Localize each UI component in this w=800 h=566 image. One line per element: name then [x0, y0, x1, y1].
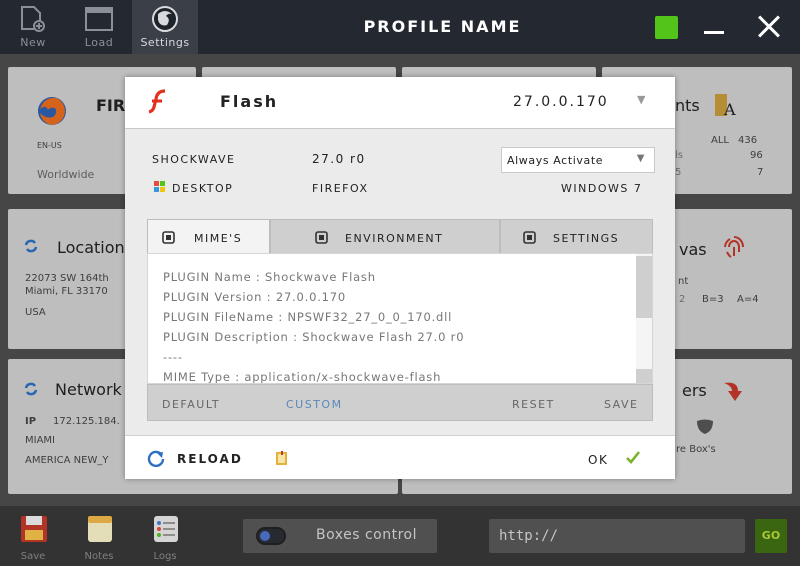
settings-label: Settings [140, 36, 190, 49]
tab-environment-label: ENVIRONMENT [345, 232, 444, 245]
content-line: MIME Type : application/x-shockwave-flas… [163, 370, 442, 384]
content-line: PLUGIN FileName : NPSWF32_27_0_0_170.dll [163, 310, 453, 324]
plugin-version[interactable]: 27.0.0.170 [513, 94, 609, 110]
chevron-down-icon[interactable]: ▼ [637, 93, 645, 106]
content-line: PLUGIN Description : Shockwave Flash 27.… [163, 330, 465, 344]
document-icon [523, 231, 536, 244]
dialog-footer: RELOAD OK [125, 435, 675, 479]
content-line: ---- [163, 350, 183, 364]
new-button[interactable]: New [0, 0, 66, 54]
plugin-dialog: Flash 27.0.0.170 ▼ SHOCKWAVE 27.0 r0 Alw… [125, 77, 675, 479]
tab-bar: MIME'S ENVIRONMENT SETTINGS [147, 219, 653, 254]
tab-settings[interactable]: SETTINGS [500, 219, 653, 254]
content-line: PLUGIN Name : Shockwave Flash [163, 270, 376, 284]
tab-environment[interactable]: ENVIRONMENT [270, 219, 500, 254]
new-file-icon [21, 6, 45, 32]
shockwave-version: 27.0 r0 [312, 152, 366, 166]
document-icon [315, 231, 328, 244]
custom-button[interactable]: CUSTOM [286, 398, 343, 411]
window-icon [85, 7, 113, 31]
settings-button[interactable]: Settings [132, 0, 198, 54]
minimize-button[interactable] [702, 14, 726, 38]
mime-content-panel[interactable]: PLUGIN Name : Shockwave Flash PLUGIN Ver… [147, 253, 653, 384]
windows-icon [154, 181, 165, 192]
reset-button[interactable]: RESET [512, 398, 555, 411]
content-line: PLUGIN Version : 27.0.0.170 [163, 290, 347, 304]
status-square[interactable] [655, 16, 678, 39]
document-icon [162, 231, 175, 244]
profile-name-title: PROFILE NAME [363, 17, 522, 36]
browser-value: FIREFOX [312, 182, 369, 195]
reload-icon[interactable] [147, 449, 165, 467]
checkmark-icon[interactable] [625, 449, 641, 465]
new-label: New [20, 36, 46, 49]
ok-button[interactable]: OK [588, 453, 608, 467]
default-button[interactable]: DEFAULT [162, 398, 220, 411]
mime-lines: PLUGIN Name : Shockwave Flash PLUGIN Ver… [163, 267, 465, 384]
scrollbar-thumb[interactable] [636, 256, 652, 318]
tab-settings-label: SETTINGS [553, 232, 620, 245]
scrollbar-bottom[interactable] [636, 369, 652, 383]
plugin-name: Flash [220, 92, 279, 111]
platform-label: DESKTOP [172, 182, 234, 195]
folder-icon[interactable] [274, 450, 290, 466]
os-value: WINDOWS 7 [561, 182, 643, 195]
reload-button[interactable]: RELOAD [177, 452, 243, 466]
tab-mimes[interactable]: MIME'S [147, 219, 270, 254]
dialog-header: Flash 27.0.0.170 ▼ [125, 77, 675, 129]
chevron-down-icon: ▼ [636, 153, 645, 164]
top-bar: New Load Settings PROFILE NAME [0, 0, 800, 54]
load-button[interactable]: Load [66, 0, 132, 54]
action-bar: DEFAULT CUSTOM RESET SAVE [147, 384, 653, 421]
activation-value: Always Activate [507, 154, 604, 167]
activation-select[interactable]: Always Activate ▼ [501, 147, 655, 173]
shockwave-label: SHOCKWAVE [152, 153, 236, 166]
load-label: Load [84, 36, 114, 49]
close-button[interactable] [756, 14, 782, 40]
flash-icon [148, 89, 166, 114]
tab-mimes-label: MIME'S [194, 232, 243, 245]
save-button[interactable]: SAVE [604, 398, 638, 411]
firefox-icon [152, 6, 178, 32]
